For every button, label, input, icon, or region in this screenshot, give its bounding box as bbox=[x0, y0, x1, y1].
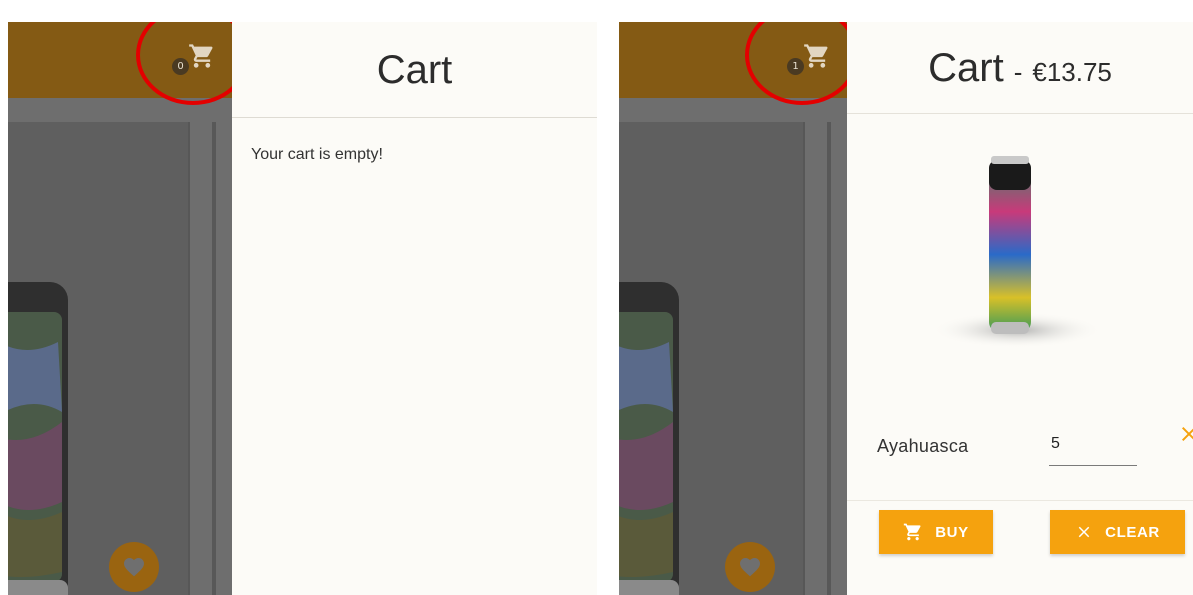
clear-button-label: CLEAR bbox=[1105, 523, 1160, 541]
comparison-screenshot: 0 Cart Your cart is empty! 1 Cart - €13.… bbox=[0, 0, 1193, 595]
beer-can-image bbox=[619, 282, 679, 595]
cart-actions: BUY CLEAR bbox=[847, 500, 1193, 595]
cart-title: Cart bbox=[232, 22, 597, 118]
clear-button[interactable]: CLEAR bbox=[1050, 510, 1185, 554]
remove-item-button[interactable] bbox=[1177, 422, 1193, 446]
background-app: 0 bbox=[8, 22, 232, 595]
product-card bbox=[8, 122, 190, 595]
beer-can-image bbox=[8, 282, 68, 595]
card-divider bbox=[212, 122, 216, 595]
cart-drawer: Cart Your cart is empty! bbox=[232, 22, 597, 595]
background-app: 1 bbox=[619, 22, 847, 595]
product-photo bbox=[932, 156, 1102, 348]
heart-icon bbox=[124, 558, 144, 577]
favorite-button[interactable] bbox=[725, 542, 775, 592]
favorite-button[interactable] bbox=[109, 542, 159, 592]
cart-drawer: Cart - €13.75 Ayahuasca 5 BUY CLEAR bbox=[847, 22, 1193, 595]
cart-title-separator: - bbox=[1013, 57, 1023, 87]
cart-line-item: Ayahuasca bbox=[877, 422, 1193, 472]
cart-title-text: Cart bbox=[928, 46, 1004, 90]
x-icon bbox=[1078, 526, 1090, 538]
quantity-input[interactable] bbox=[1049, 422, 1137, 466]
buy-button[interactable]: BUY bbox=[879, 510, 993, 554]
card-divider bbox=[827, 122, 831, 595]
filled-cart-state: 1 Cart - €13.75 Ayahuasca 5 BUY CLEAR bbox=[619, 22, 1193, 595]
item-name: Ayahuasca bbox=[877, 436, 969, 456]
product-card bbox=[619, 122, 805, 595]
close-icon bbox=[1182, 427, 1193, 441]
heart-icon bbox=[740, 558, 760, 577]
buy-button-label: BUY bbox=[935, 523, 969, 541]
empty-cart-message: Your cart is empty! bbox=[251, 146, 383, 163]
cart-total: €13.75 bbox=[1032, 57, 1112, 87]
cart-icon bbox=[904, 523, 921, 541]
empty-cart-state: 0 Cart Your cart is empty! bbox=[8, 22, 597, 595]
cart-title: Cart - €13.75 bbox=[847, 22, 1193, 114]
